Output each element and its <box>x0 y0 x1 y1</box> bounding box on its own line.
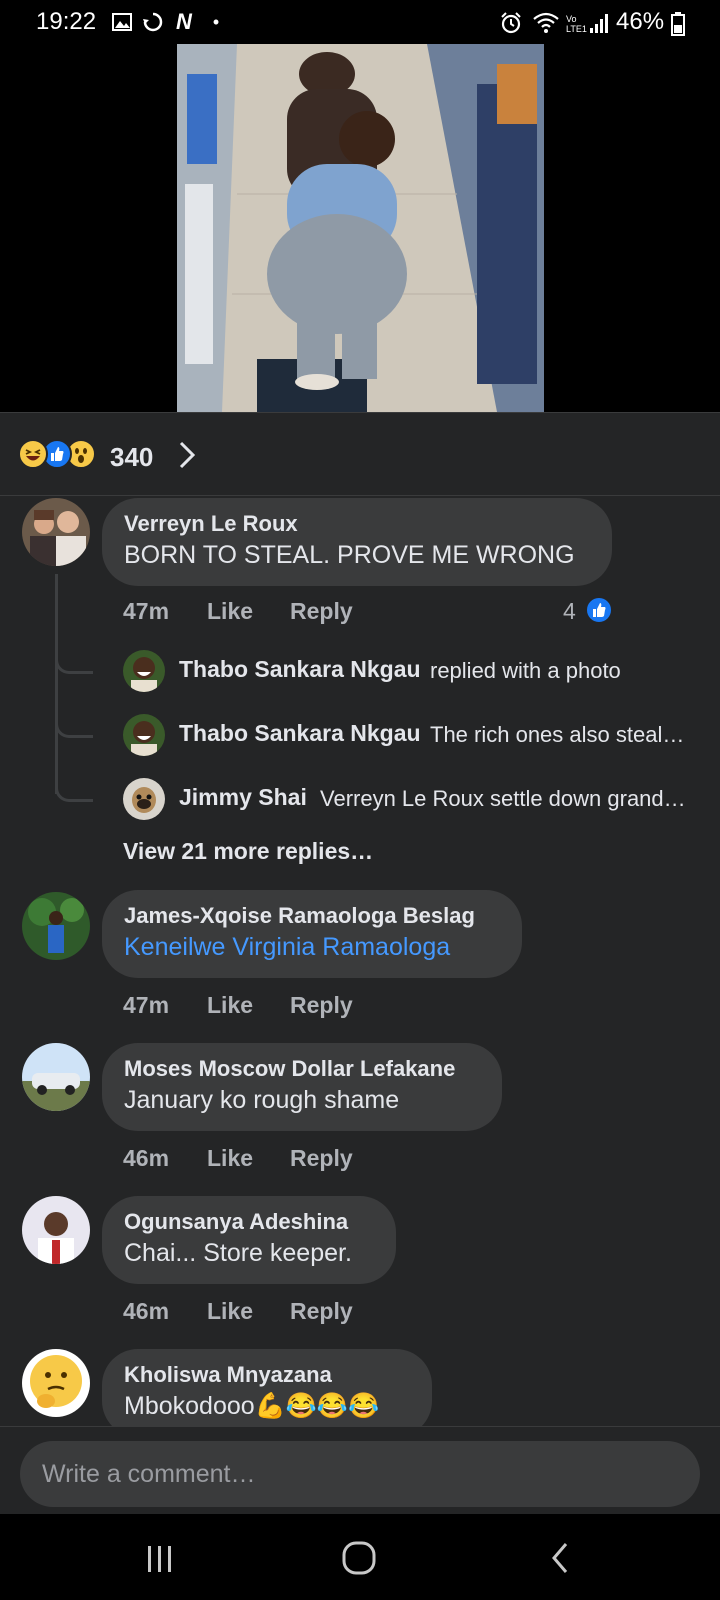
comment-author[interactable]: Verreyn Le Roux <box>124 510 592 538</box>
mentioned-user-link[interactable]: Keneilwe Virginia Ramaologa <box>124 930 502 964</box>
reaction-emojis <box>18 439 96 471</box>
dot-icon: • <box>212 12 220 32</box>
reply-author[interactable]: Thabo Sankara Nkgau <box>179 720 421 747</box>
reply-button[interactable]: Reply <box>290 992 353 1019</box>
avatar[interactable] <box>22 498 90 566</box>
comment-bubble[interactable]: Ogunsanya Adeshina Chai... Store keeper. <box>102 1196 396 1284</box>
comment-time: 46m <box>123 1145 170 1171</box>
svg-text:LTE1: LTE1 <box>566 24 587 34</box>
comment-time: 47m <box>123 598 170 624</box>
sync-icon <box>142 12 163 32</box>
like-button[interactable]: Like <box>207 598 253 625</box>
like-button[interactable]: Like <box>207 1298 253 1325</box>
battery-percent: 46% <box>616 8 665 35</box>
thread-connector <box>55 714 93 738</box>
comment-author[interactable]: Ogunsanya Adeshina <box>124 1208 376 1236</box>
reply-item[interactable]: Thabo Sankara Nkgau The rich ones also s… <box>0 714 720 760</box>
thread-connector <box>55 778 93 802</box>
reply-button[interactable]: Reply <box>290 598 353 625</box>
gallery-icon <box>112 12 132 32</box>
reaction-summary[interactable]: 340 <box>0 412 720 496</box>
comment-reaction-count[interactable]: 4 <box>563 598 576 625</box>
comment-author[interactable]: Kholiswa Mnyazana <box>124 1361 412 1389</box>
haha-reaction-icon <box>18 439 48 469</box>
alarm-icon <box>500 12 521 34</box>
reply-author[interactable]: Thabo Sankara Nkgau <box>179 656 421 683</box>
avatar[interactable] <box>22 1043 90 1111</box>
reaction-count[interactable]: 340 <box>110 442 153 473</box>
status-time: 19:22 <box>36 8 97 35</box>
comment-time: 46m <box>123 1298 170 1324</box>
comment-author[interactable]: Moses Moscow Dollar Lefakane <box>124 1055 482 1083</box>
wifi-icon <box>532 12 560 33</box>
post-photo[interactable] <box>177 44 544 412</box>
comment-bubble[interactable]: Moses Moscow Dollar Lefakane January ko … <box>102 1043 502 1131</box>
comment-text: BORN TO STEAL. PROVE ME WRONG <box>124 541 575 569</box>
comment-text: Mbokodooo💪😂😂😂 <box>124 1392 380 1420</box>
thread-connector <box>55 650 93 674</box>
comment-text: January ko rough shame <box>124 1086 400 1114</box>
comment-text: Chai... Store keeper. <box>124 1239 352 1267</box>
signal-icon: Vo LTE1 <box>566 12 608 34</box>
recent-apps-icon[interactable] <box>138 1536 182 1580</box>
reply-avatar[interactable] <box>123 778 165 820</box>
avatar[interactable] <box>22 892 90 960</box>
reply-item[interactable]: Jimmy Shai Verreyn Le Roux settle down g… <box>0 778 720 824</box>
avatar[interactable] <box>22 1349 90 1417</box>
like-button[interactable]: Like <box>207 1145 253 1172</box>
reply-item[interactable]: Thabo Sankara Nkgau replied with a photo <box>0 650 720 696</box>
battery-icon <box>670 12 686 36</box>
comment-bubble[interactable]: Kholiswa Mnyazana Mbokodooo💪😂😂😂 <box>102 1349 432 1437</box>
comment-bubble[interactable]: Verreyn Le Roux BORN TO STEAL. PROVE ME … <box>102 498 612 586</box>
comment-input[interactable] <box>20 1441 700 1507</box>
comment-author[interactable]: James-Xqoise Ramaologa Beslag <box>124 902 502 930</box>
system-nav-bar <box>0 1514 720 1600</box>
chevron-right-icon[interactable] <box>174 439 198 471</box>
avatar[interactable] <box>22 1196 90 1264</box>
like-button[interactable]: Like <box>207 992 253 1019</box>
back-icon[interactable] <box>540 1536 584 1580</box>
like-reaction-icon <box>585 596 613 630</box>
comment-bubble[interactable]: James-Xqoise Ramaologa Beslag Keneilwe V… <box>102 890 522 978</box>
reply-button[interactable]: Reply <box>290 1145 353 1172</box>
reply-text: replied with a photo <box>430 658 621 683</box>
home-icon[interactable] <box>338 1536 382 1580</box>
comment-composer <box>0 1426 720 1514</box>
svg-text:Vo: Vo <box>566 14 577 24</box>
reply-text: The rich ones also steal… <box>430 722 685 747</box>
reply-avatar[interactable] <box>123 650 165 692</box>
status-bar: 19:22 N • Vo LTE1 46% <box>0 0 720 44</box>
n-icon: N <box>176 9 192 34</box>
reply-text: Verreyn Le Roux settle down grand… <box>320 786 686 811</box>
reply-author[interactable]: Jimmy Shai <box>179 784 307 811</box>
view-more-replies-button[interactable]: View 21 more replies… <box>123 838 373 865</box>
reply-button[interactable]: Reply <box>290 1298 353 1325</box>
comment-time: 47m <box>123 992 170 1018</box>
post-media[interactable] <box>0 44 720 412</box>
reply-avatar[interactable] <box>123 714 165 756</box>
